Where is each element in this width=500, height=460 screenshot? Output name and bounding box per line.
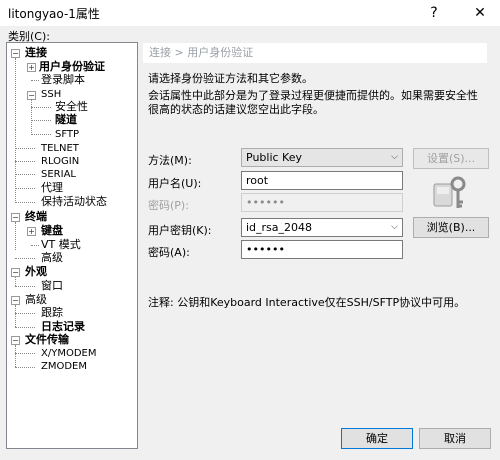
tree-item-advanced-terminal[interactable]: 高级 [41, 252, 63, 264]
tree-item-keyboard[interactable]: 键盘 [41, 225, 63, 237]
ok-button[interactable]: 确定 [341, 428, 413, 449]
expand-icon[interactable]: + [27, 63, 36, 72]
collapse-icon[interactable]: − [11, 213, 20, 222]
chevron-down-icon: ⌵ [391, 222, 398, 232]
password-input[interactable]: •••••• [241, 240, 403, 259]
username-label: 用户名(U): [148, 177, 202, 190]
user-key-value: id_rsa_2048 [246, 221, 313, 234]
tree-item-login-script[interactable]: 登录脚本 [41, 74, 85, 86]
tree-item-advanced[interactable]: 高级 [25, 294, 47, 306]
tree-item-connection[interactable]: 连接 [25, 47, 47, 59]
tree-item-security[interactable]: 安全性 [55, 101, 88, 113]
tree-item-zmodem[interactable]: ZMODEM [41, 361, 87, 373]
user-key-select[interactable]: id_rsa_2048 ⌵ [241, 218, 403, 237]
method-select[interactable]: Public Key ⌵ [241, 148, 403, 167]
user-key-label: 用户密钥(K): [148, 224, 212, 237]
section-header: 连接 > 用户身份验证 [143, 43, 487, 63]
collapse-icon[interactable]: − [11, 336, 20, 345]
close-button[interactable]: ✕ [466, 3, 494, 23]
tree-item-keepalive[interactable]: 保持活动状态 [41, 196, 107, 208]
tree-item-terminal[interactable]: 终端 [25, 211, 47, 223]
tree-item-appearance[interactable]: 外观 [25, 266, 47, 278]
tree-item-tunnel[interactable]: 隧道 [55, 114, 77, 126]
tree-item-window[interactable]: 窗口 [41, 280, 63, 292]
tree-item-serial[interactable]: SERIAL [41, 169, 76, 181]
collapse-icon[interactable]: − [11, 296, 20, 305]
help-button[interactable]: ? [420, 3, 448, 23]
tree-item-logging[interactable]: 日志记录 [41, 321, 85, 333]
password-top-label: 密码(P): [148, 199, 189, 212]
username-input[interactable]: root [241, 171, 403, 190]
settings-button[interactable]: 设置(S)... [413, 148, 489, 169]
tree-item-sftp[interactable]: SFTP [55, 129, 79, 141]
window-title: litongyao-1属性 [8, 7, 100, 21]
tree-item-telnet[interactable]: TELNET [41, 143, 79, 155]
intro-text: 请选择身份验证方法和其它参数。 [148, 72, 313, 85]
expand-icon[interactable]: + [27, 227, 36, 236]
collapse-icon[interactable]: − [11, 268, 20, 277]
tree-item-file-transfer[interactable]: 文件传输 [25, 334, 69, 346]
chevron-down-icon: ⌵ [391, 152, 398, 162]
user-key-icon [428, 176, 468, 212]
tree-item-xymodem[interactable]: X/YMODEM [41, 348, 96, 360]
tree-item-user-auth[interactable]: 用户身份验证 [39, 61, 105, 73]
tree-item-trace[interactable]: 跟踪 [41, 307, 63, 319]
cancel-button[interactable]: 取消 [419, 428, 491, 449]
password-label: 密码(A): [148, 246, 190, 259]
note-text: 注释: 公钥和Keyboard Interactive仅在SSH/SFTP协议中… [148, 296, 466, 309]
tree-item-vt-mode[interactable]: VT 模式 [41, 239, 81, 251]
collapse-icon[interactable]: − [11, 49, 20, 58]
password-top-input[interactable]: •••••• [241, 193, 403, 212]
category-tree[interactable]: − 连接 + 用户身份验证 登录脚本 − SSH 安全性 隧道 SFTP TEL… [6, 42, 138, 449]
tree-item-rlogin[interactable]: RLOGIN [41, 156, 79, 168]
method-label: 方法(M): [148, 154, 192, 167]
method-value: Public Key [246, 151, 302, 164]
intro-text-2b: 很高的状态的话建议您空出此字段。 [148, 103, 324, 116]
browse-button[interactable]: 浏览(B)... [413, 217, 489, 238]
tree-item-proxy[interactable]: 代理 [41, 182, 63, 194]
